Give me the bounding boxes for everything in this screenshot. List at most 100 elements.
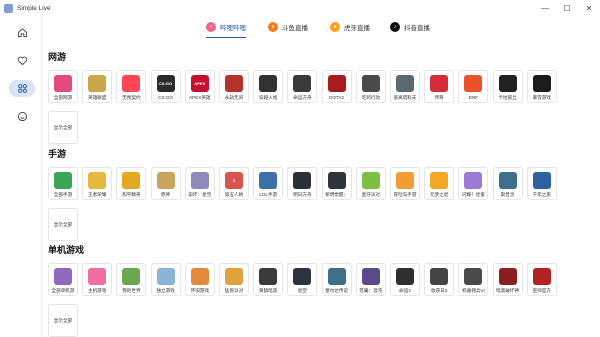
category-label: 千年之旅 xyxy=(532,192,551,197)
category-tile[interactable]: 斯普灵 xyxy=(492,167,523,200)
close-button[interactable]: ✕ xyxy=(578,0,600,16)
tab-label: 虎牙直播 xyxy=(344,25,370,32)
category-label: 崩坏：星穹 xyxy=(188,192,212,197)
category-tile[interactable]: CS:GO CS:GO xyxy=(150,70,181,103)
douyin-icon: ♪ xyxy=(390,22,400,32)
category-label: 暗黑破坏神 xyxy=(496,288,520,293)
app-title: Simple Live xyxy=(17,4,51,12)
category-label: 黎明觉醒： xyxy=(325,192,349,197)
category-tile[interactable]: 巫师官方 xyxy=(526,263,557,296)
category-tile[interactable]: 苍翼：混沌 xyxy=(355,263,386,296)
category-tile[interactable]: 逃离塔科夫 xyxy=(390,70,420,103)
category-tile[interactable]: 命运方舟 xyxy=(287,70,318,103)
category-tile[interactable]: 崩坏：星穹 xyxy=(184,167,215,200)
category-tile[interactable]: 5 第五人格 xyxy=(219,167,249,200)
category-tile[interactable]: LOL手游 xyxy=(253,167,284,200)
category-logo-icon xyxy=(190,172,209,189)
show-all-button[interactable]: 显示全部 xyxy=(48,208,78,241)
category-tile[interactable]: 吃鸡行动 xyxy=(355,70,386,103)
category-label: 卡拉彼丘 xyxy=(498,95,517,100)
category-label: 命运方舟 xyxy=(293,95,312,100)
category-tile[interactable]: 星空 xyxy=(287,263,318,296)
category-tile[interactable]: 暴雪游戏 xyxy=(526,70,557,103)
category-logo-icon xyxy=(464,268,483,285)
category-tile[interactable]: 冒险岛手游 xyxy=(390,167,420,200)
section-title: 网游 xyxy=(48,52,67,62)
section-title: 单机游戏 xyxy=(48,245,85,255)
category-tile[interactable]: 暗黑破坏神 xyxy=(492,263,523,296)
category-tile[interactable]: APEX APEX英雄 xyxy=(184,70,215,103)
category-tile[interactable]: 千年之旅 xyxy=(526,167,557,200)
category-tile[interactable]: 传奇 xyxy=(424,70,455,103)
category-label: 第五人格 xyxy=(224,192,244,197)
category-logo-icon xyxy=(498,75,517,92)
category-tile[interactable]: 卡拉彼丘 xyxy=(492,70,523,103)
tab-bilibili[interactable]: ▪ 哔哩哔哩 xyxy=(206,18,246,38)
category-tile[interactable]: 我的世界 xyxy=(116,263,147,296)
category-tile[interactable]: 全部网游 xyxy=(48,70,78,103)
category-tile[interactable]: 无畏契约 xyxy=(116,70,147,103)
category-tile[interactable]: 王者荣耀 xyxy=(82,167,113,200)
title-bar: Simple Live — ☐ ✕ xyxy=(0,0,600,16)
category-tile[interactable]: 怀旧游戏 xyxy=(184,263,215,296)
show-all-button[interactable]: 显示全部 xyxy=(48,304,78,337)
category-tile[interactable]: 元梦之星 xyxy=(424,167,455,200)
category-logo-icon xyxy=(225,75,243,92)
category-tile[interactable]: DNF xyxy=(458,70,489,103)
category-logo-icon: APEX xyxy=(190,75,209,92)
category-label: 英雄联盟 xyxy=(87,95,107,100)
category-logo-icon xyxy=(122,172,141,189)
category-tile[interactable]: 全部单机游 xyxy=(48,263,78,296)
category-tile[interactable]: 机器佣兵VI xyxy=(458,263,489,296)
category-label: 穿越火线 xyxy=(258,95,278,100)
category-logo-icon xyxy=(532,268,551,285)
category-label: 星空 xyxy=(297,288,307,293)
maximize-button[interactable]: ☐ xyxy=(556,0,578,16)
category-label: 原神 xyxy=(160,192,171,197)
category-tile[interactable]: 永劫无间 xyxy=(219,70,249,103)
huya-icon: ● xyxy=(330,22,340,32)
category-tile[interactable]: 和平精英 xyxy=(116,167,147,200)
minimize-button[interactable]: — xyxy=(534,0,556,16)
category-tile[interactable]: 塞尔达传说 xyxy=(321,263,352,296)
category-logo-icon xyxy=(464,172,483,189)
category-logo-icon: 5 xyxy=(225,172,243,189)
show-all-button[interactable]: 显示全部 xyxy=(48,111,78,144)
tab-douyu[interactable]: ● 斗鱼直播 xyxy=(268,18,308,36)
category-tile[interactable]: 黎明觉醒： xyxy=(321,167,352,200)
category-tile[interactable]: 穿越火线 xyxy=(253,70,284,103)
category-tile[interactable]: 收获日3 xyxy=(424,263,455,296)
category-tile[interactable]: 全部手游 xyxy=(48,167,78,200)
category-logo-icon xyxy=(498,172,517,189)
category-label: 永劫无间 xyxy=(224,95,244,100)
tab-huya[interactable]: ● 虎牙直播 xyxy=(330,18,370,36)
category-logo-icon xyxy=(396,172,414,189)
category-tile[interactable]: 明日方舟 xyxy=(287,167,318,200)
category-label: 冒险岛手游 xyxy=(393,192,417,197)
tab-douyin[interactable]: ♪ 抖音直播 xyxy=(390,18,430,36)
tab-label: 抖音直播 xyxy=(404,25,430,32)
category-tile[interactable]: 原神 xyxy=(150,167,181,200)
category-tile[interactable]: 命运2 xyxy=(390,263,420,296)
platform-tabs: ▪ 哔哩哔哩 ● 斗鱼直播 ● 虎牙直播 ♪ 抖音直播 xyxy=(42,16,600,38)
category-tile[interactable]: 独立游戏 xyxy=(150,263,181,296)
sidebar-item-mine[interactable] xyxy=(9,108,35,125)
category-logo-icon xyxy=(122,268,141,285)
bilibili-icon: ▪ xyxy=(206,22,216,32)
category-tile[interactable]: 闪耀！优俊 xyxy=(458,167,489,200)
sidebar-item-favorites[interactable] xyxy=(9,52,35,69)
category-label: 吃鸡行动 xyxy=(361,95,380,100)
category-tile[interactable]: 蛋仔派对 xyxy=(355,167,386,200)
sidebar-item-categories[interactable] xyxy=(9,80,35,97)
category-label: 全部手游 xyxy=(53,192,73,197)
category-label: 暴雪游戏 xyxy=(532,95,551,100)
category-tile[interactable]: DOTA2 xyxy=(321,70,352,103)
category-tile[interactable]: 英雄联盟 xyxy=(82,70,113,103)
category-tile[interactable]: 主机游戏 xyxy=(82,263,113,296)
douyu-icon: ● xyxy=(268,22,278,32)
category-logo-icon xyxy=(54,172,72,189)
category-label: 塞尔达传说 xyxy=(325,288,349,293)
category-tile[interactable]: 黄猿暗黑 xyxy=(253,263,284,296)
sidebar-item-home[interactable] xyxy=(9,24,35,41)
category-tile[interactable]: 猛兽派对 xyxy=(219,263,249,296)
